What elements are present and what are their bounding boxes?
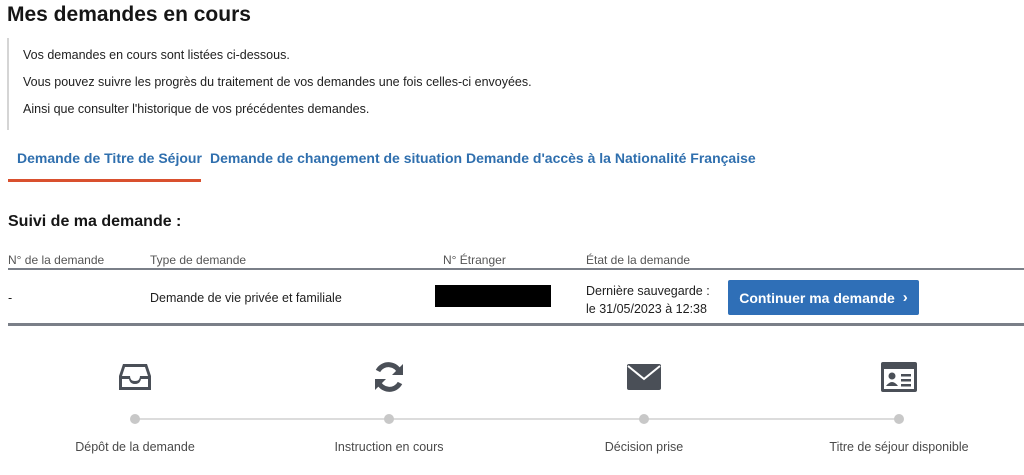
- table-bottom-rule: [8, 323, 1024, 326]
- table-top-rule: [8, 268, 1024, 270]
- column-header-etranger: N° Étranger: [443, 253, 506, 267]
- last-save-label: Dernière sauvegarde :: [586, 284, 710, 298]
- step-label-decision: Décision prise: [604, 440, 684, 454]
- step-dot: [130, 414, 140, 424]
- info-line: Vos demandes en cours sont listées ci-de…: [23, 48, 290, 62]
- cell-numero: -: [8, 291, 13, 305]
- cell-type: Demande de vie privée et familiale: [150, 291, 342, 305]
- step-dot: [384, 414, 394, 424]
- continue-request-button[interactable]: Continuer ma demande ›: [728, 280, 919, 315]
- step-label-depot: Dépôt de la demande: [75, 440, 195, 454]
- column-header-numero: N° de la demande: [8, 253, 105, 267]
- refresh-icon: [375, 362, 403, 392]
- step-dot: [894, 414, 904, 424]
- envelope-icon: [627, 364, 661, 390]
- column-header-etat: État de la demande: [586, 253, 691, 267]
- tab-bar: Demande de Titre de Séjour Demande de ch…: [0, 140, 1024, 184]
- section-title: Suivi de ma demande :: [8, 213, 182, 230]
- chevron-right-icon: ›: [902, 289, 908, 306]
- info-line: Ainsi que consulter l'historique de vos …: [23, 102, 370, 116]
- tab-changement-de-situation[interactable]: Demande de changement de situation: [210, 150, 462, 166]
- page-title: Mes demandes en cours: [7, 3, 251, 26]
- progress-track-line: [134, 418, 900, 420]
- cell-etat: Dernière sauvegarde : le 31/05/2023 à 12…: [586, 282, 710, 318]
- redacted-etranger-number: [435, 285, 551, 307]
- column-header-type: Type de demande: [150, 253, 247, 267]
- step-label-instruction: Instruction en cours: [334, 440, 444, 454]
- step-dot: [639, 414, 649, 424]
- inbox-icon: [119, 364, 151, 390]
- tab-titre-de-sejour[interactable]: Demande de Titre de Séjour: [17, 150, 202, 166]
- info-box: Vos demandes en cours sont listées ci-de…: [7, 38, 607, 130]
- step-label-titre-disponible: Titre de séjour disponible: [829, 440, 969, 454]
- tab-nationalite-francaise[interactable]: Demande d'accès à la Nationalité Françai…: [466, 150, 756, 166]
- active-tab-indicator: [8, 179, 201, 182]
- last-save-date: le 31/05/2023 à 12:38: [586, 302, 707, 316]
- continue-request-label: Continuer ma demande: [739, 289, 895, 306]
- id-card-icon: [881, 362, 917, 392]
- info-line: Vous pouvez suivre les progrès du traite…: [23, 75, 532, 89]
